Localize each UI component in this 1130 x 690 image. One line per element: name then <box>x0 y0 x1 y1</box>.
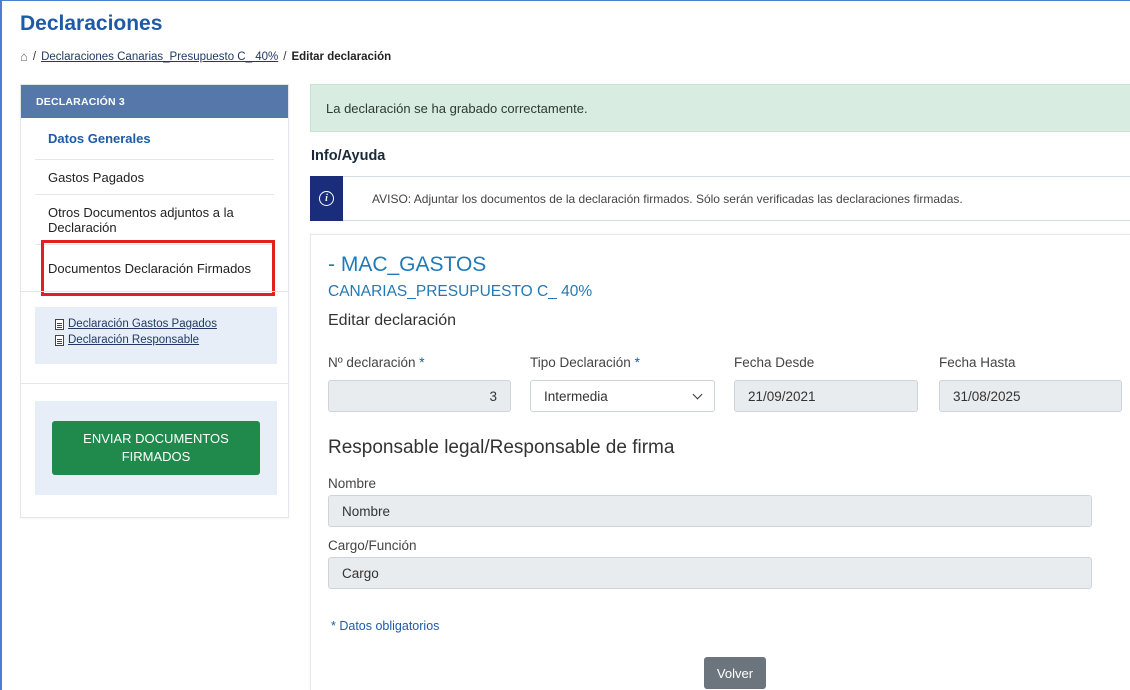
tipo-value: Intermedia <box>544 388 608 404</box>
doc-link-label: Declaración Gastos Pagados <box>68 318 217 330</box>
nombre-field[interactable]: Nombre <box>328 495 1092 527</box>
info-icon: i <box>319 190 334 206</box>
tipo-label: Tipo Declaración * <box>530 355 640 370</box>
required-marker: * <box>634 355 640 370</box>
numero-value: 3 <box>489 388 497 404</box>
cargo-label: Cargo/Función <box>328 538 417 553</box>
notice-icon-box: i <box>310 175 343 221</box>
sidebar-item-datos-generales[interactable]: Datos Generales <box>35 118 274 160</box>
fecha-desde-field[interactable]: 21/09/2021 <box>734 380 918 412</box>
declaration-form-card: - MAC_GASTOS CANARIAS_PRESUPUESTO C_ 40%… <box>310 234 1130 690</box>
doc-link-responsable[interactable]: Declaración Responsable <box>55 332 277 348</box>
breadcrumb-separator: / <box>283 50 287 63</box>
responsable-heading: Responsable legal/Responsable de firma <box>328 437 675 458</box>
form-subtitle: CANARIAS_PRESUPUESTO C_ 40% <box>328 283 593 300</box>
sidebar-divider <box>21 291 288 292</box>
notice-text: AVISO: Adjuntar los documentos de la dec… <box>372 191 963 206</box>
doc-link-label: Declaración Responsable <box>68 334 200 346</box>
fecha-desde-value: 21/09/2021 <box>748 388 816 404</box>
documents-box: Declaración Gastos Pagados Declaración R… <box>35 307 277 364</box>
form-title: - MAC_GASTOS <box>328 253 487 276</box>
send-documents-button[interactable]: ENVIAR DOCUMENTOS FIRMADOS <box>52 421 260 475</box>
success-alert-message: La declaración se ha grabado correctamen… <box>326 100 588 116</box>
tipo-select[interactable]: Intermedia <box>530 380 715 412</box>
fecha-hasta-field[interactable]: 31/08/2025 <box>939 380 1122 412</box>
chevron-down-icon <box>692 389 703 399</box>
numero-label: Nº declaración * <box>328 355 425 370</box>
sidebar-divider <box>21 383 288 384</box>
cargo-value: Cargo <box>342 565 379 581</box>
help-title: Info/Ayuda <box>311 148 386 164</box>
document-icon <box>55 334 64 346</box>
cargo-field[interactable]: Cargo <box>328 557 1092 589</box>
back-button[interactable]: Volver <box>704 657 766 689</box>
sidebar-header: DECLARACIÓN 3 <box>21 85 288 118</box>
breadcrumb: ⌂ / Declaraciones Canarias_Presupuesto C… <box>20 49 391 64</box>
required-marker: * <box>419 355 425 370</box>
success-alert: La declaración se ha grabado correctamen… <box>310 84 1130 132</box>
fecha-hasta-label: Fecha Hasta <box>939 355 1016 370</box>
numero-field[interactable]: 3 <box>328 380 511 412</box>
highlight-annotation <box>41 240 275 296</box>
sidebar-item-gastos-pagados[interactable]: Gastos Pagados <box>35 160 274 195</box>
home-icon[interactable]: ⌂ <box>20 49 28 64</box>
breadcrumb-current: Editar declaración <box>291 50 392 63</box>
nombre-label: Nombre <box>328 476 377 491</box>
sidebar-item-otros-documentos[interactable]: Otros Documentos adjuntos a la Declaraci… <box>35 195 274 245</box>
fecha-hasta-value: 31/08/2025 <box>953 388 1021 404</box>
sidebar: DECLARACIÓN 3 Datos Generales Gastos Pag… <box>20 84 289 518</box>
numero-label-text: Nº declaración <box>328 355 416 370</box>
notice-alert: i AVISO: Adjuntar los documentos de la d… <box>310 175 1130 221</box>
form-heading: Editar declaración <box>328 312 457 329</box>
send-box: ENVIAR DOCUMENTOS FIRMADOS <box>35 401 277 495</box>
tipo-label-text: Tipo Declaración <box>530 355 631 370</box>
doc-link-gastos-pagados[interactable]: Declaración Gastos Pagados <box>55 316 277 332</box>
breadcrumb-link-declaraciones[interactable]: Declaraciones Canarias_Presupuesto C_ 40… <box>41 51 278 63</box>
breadcrumb-separator: / <box>32 50 37 63</box>
fecha-desde-label: Fecha Desde <box>734 355 815 370</box>
required-note: * Datos obligatorios <box>331 619 440 633</box>
nombre-value: Nombre <box>342 503 391 519</box>
document-icon <box>55 318 64 330</box>
page-title: Declaraciones <box>20 12 163 35</box>
